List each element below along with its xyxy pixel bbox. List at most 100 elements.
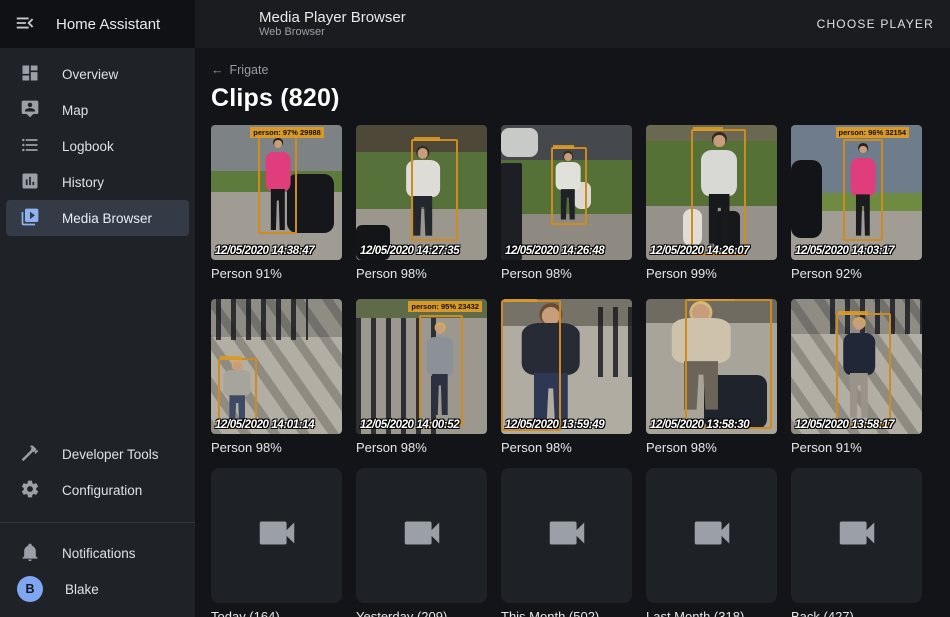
clip-thumbnail: 12/05/2020 14:26:48 — [501, 125, 632, 260]
clip-card-7[interactable]: person: 95% 23432 12/05/2020 14:00:52 Pe… — [356, 299, 487, 464]
sidebar-footer-nav: Notifications B Blake — [0, 527, 195, 617]
detection-bounding-box — [551, 147, 588, 225]
sidebar-item-overview[interactable]: Overview — [6, 56, 189, 92]
clip-scene — [501, 125, 632, 260]
detection-bounding-box — [258, 134, 297, 234]
configuration-icon — [20, 479, 40, 502]
sidebar-item-label: History — [62, 175, 104, 190]
clip-scene: person: 95% 23432 — [356, 299, 487, 434]
folder-tile — [501, 468, 632, 603]
folder-label: Last Month (318) — [646, 608, 777, 617]
sidebar-item-label: Map — [62, 103, 88, 118]
detection-bounding-box — [501, 300, 561, 431]
clip-scene — [501, 299, 632, 434]
folder-card-today-164-[interactable]: Today (164) — [211, 468, 342, 617]
video-camera-icon — [254, 510, 300, 561]
folder-card-this-month-502-[interactable]: This Month (502) — [501, 468, 632, 617]
content: ← Frigate Clips (820) person: 97% 29988 … — [195, 48, 950, 617]
folder-card-back-427-[interactable]: Back (427) — [791, 468, 922, 617]
detection-label-chip: person: 97% 29988 — [250, 127, 324, 138]
clip-card-8[interactable]: 12/05/2020 13:59:49 Person 98% — [501, 299, 632, 464]
clip-timestamp: 12/05/2020 14:27:35 — [360, 245, 459, 257]
folder-card-last-month-318-[interactable]: Last Month (318) — [646, 468, 777, 617]
sidebar-item-label: Overview — [62, 67, 118, 82]
detection-bar — [504, 299, 537, 302]
folder-tile — [791, 468, 922, 603]
detection-label-chip: person: 95% 23432 — [408, 301, 482, 312]
sidebar-item-media-browser[interactable]: Media Browser — [6, 200, 189, 236]
clip-card-6[interactable]: 12/05/2020 14:01:14 Person 98% — [211, 299, 342, 464]
choose-player-button[interactable]: CHOOSE PLAYER — [817, 17, 934, 31]
video-camera-icon — [544, 510, 590, 561]
clip-scene: person: 97% 29988 — [211, 125, 342, 260]
sidebar-item-configuration[interactable]: Configuration — [6, 472, 189, 508]
page-title-topbar: Media Player Browser — [259, 9, 406, 26]
sidebar-item-notifications[interactable]: Notifications — [6, 535, 189, 571]
detection-bar — [688, 299, 736, 301]
sidebar-item-profile[interactable]: B Blake — [6, 571, 189, 607]
sidebar-system-nav: Developer Tools Configuration — [0, 428, 195, 516]
folder-tile — [646, 468, 777, 603]
clip-card-5[interactable]: person: 96% 32154 12/05/2020 14:03:17 Pe… — [791, 125, 922, 290]
sidebar-item-history[interactable]: History — [6, 164, 189, 200]
clip-card-10[interactable]: 12/05/2020 13:58:17 Person 91% — [791, 299, 922, 464]
folder-card-yesterday-209-[interactable]: Yesterday (209) — [356, 468, 487, 617]
sidebar: Home Assistant Overview Map Logbook Hist… — [0, 0, 195, 617]
clip-card-9[interactable]: 12/05/2020 13:58:30 Person 98% — [646, 299, 777, 464]
sidebar-item-label: Blake — [65, 582, 99, 597]
clip-label: Person 98% — [501, 439, 632, 464]
back-breadcrumb-link[interactable]: ← Frigate — [211, 63, 268, 77]
detection-bounding-box — [419, 315, 464, 426]
folder-label: Today (164) — [211, 608, 342, 617]
dashboard-icon — [20, 63, 40, 86]
detection-bounding-box — [411, 139, 458, 242]
clip-timestamp: 12/05/2020 14:38:47 — [215, 245, 314, 257]
clip-scene: person: 96% 32154 — [791, 125, 922, 260]
sidebar-item-map[interactable]: Map — [6, 92, 189, 128]
folder-label: Back (427) — [791, 608, 922, 617]
clip-timestamp: 12/05/2020 14:26:48 — [505, 245, 604, 257]
clip-timestamp: 12/05/2020 14:01:14 — [215, 419, 314, 431]
clip-timestamp: 12/05/2020 14:00:52 — [360, 419, 459, 431]
menu-toggle-button[interactable] — [14, 12, 36, 37]
clips-grid: person: 97% 29988 12/05/2020 14:38:47 Pe… — [195, 121, 950, 464]
main-area: Media Player Browser Web Browser CHOOSE … — [195, 0, 950, 617]
sidebar-item-label: Notifications — [62, 546, 136, 561]
sidebar-header: Home Assistant — [0, 0, 195, 48]
sidebar-main-nav: Overview Map Logbook History Media Brows… — [0, 48, 195, 244]
sidebar-item-logbook[interactable]: Logbook — [6, 128, 189, 164]
topbar: Media Player Browser Web Browser CHOOSE … — [195, 0, 950, 48]
clip-thumbnail: person: 95% 23432 12/05/2020 14:00:52 — [356, 299, 487, 434]
folder-label: This Month (502) — [501, 608, 632, 617]
app-window: Home Assistant Overview Map Logbook Hist… — [0, 0, 950, 617]
clip-label: Person 91% — [211, 265, 342, 290]
clip-thumbnail: person: 96% 32154 12/05/2020 14:03:17 — [791, 125, 922, 260]
clip-label: Person 98% — [211, 439, 342, 464]
clip-label: Person 92% — [791, 265, 922, 290]
clip-label: Person 99% — [646, 265, 777, 290]
clip-label: Person 91% — [791, 439, 922, 464]
sidebar-item-developer-tools[interactable]: Developer Tools — [6, 436, 189, 472]
clip-card-3[interactable]: 12/05/2020 14:26:48 Person 98% — [501, 125, 632, 290]
content-header: ← Frigate Clips (820) — [195, 48, 950, 121]
clip-card-1[interactable]: person: 97% 29988 12/05/2020 14:38:47 Pe… — [211, 125, 342, 290]
clip-timestamp: 12/05/2020 14:26:07 — [650, 245, 749, 257]
clip-scene — [646, 299, 777, 434]
page-subtitle: Web Browser — [259, 26, 406, 39]
video-camera-icon — [834, 510, 880, 561]
clip-label: Person 98% — [501, 265, 632, 290]
clip-scene — [646, 125, 777, 260]
clip-thumbnail: 12/05/2020 14:01:14 — [211, 299, 342, 434]
clip-thumbnail: person: 97% 29988 12/05/2020 14:38:47 — [211, 125, 342, 260]
detection-bar — [553, 145, 573, 149]
video-camera-icon — [689, 510, 735, 561]
sidebar-divider — [0, 522, 195, 523]
clip-card-2[interactable]: 12/05/2020 14:27:35 Person 98% — [356, 125, 487, 290]
clip-timestamp: 12/05/2020 13:58:17 — [795, 419, 894, 431]
back-arrow-icon: ← — [211, 63, 224, 77]
clip-card-4[interactable]: 12/05/2020 14:26:07 Person 99% — [646, 125, 777, 290]
folder-label: Yesterday (209) — [356, 608, 487, 617]
menu-toggle-icon — [14, 12, 36, 37]
detection-bar — [414, 137, 440, 141]
clip-label: Person 98% — [356, 265, 487, 290]
